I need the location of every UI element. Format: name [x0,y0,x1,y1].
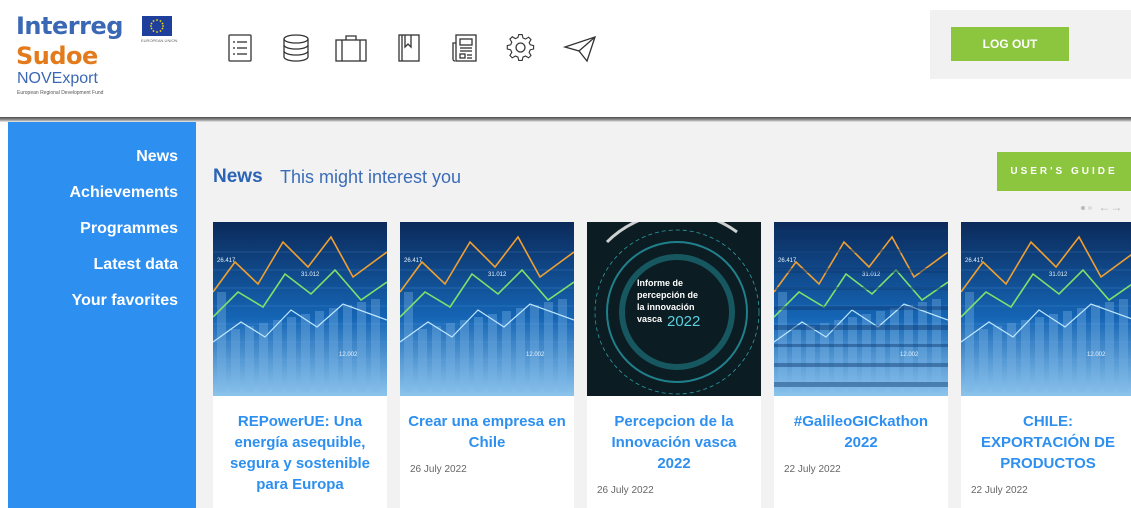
chart-label-c: 12.002 [526,352,545,358]
briefcase-icon[interactable] [333,30,369,66]
newspaper-icon[interactable] [447,30,483,66]
list-icon[interactable] [222,30,258,66]
news-card-title[interactable]: CHILE: EXPORTACIÓN DE PRODUCTOS [969,411,1127,474]
news-card-image[interactable]: 26.417 31.012 12.002 [213,222,387,396]
news-card-title[interactable]: REPowerUE: Una energía asequible, segura… [221,411,379,495]
news-card-image[interactable]: 26.417 31.012 12.002 [774,222,948,396]
chart-label-a: 26.417 [217,258,236,264]
report-line-2: percepción de [637,290,698,300]
chart-label-a: 26.417 [778,258,797,264]
carousel-dot-active[interactable] [1081,205,1085,210]
eu-flag-caption: EUROPEAN UNION [141,38,178,43]
news-card-image[interactable]: 26.417 31.012 12.002 [400,222,574,396]
main-content: News This might interest you USER'S GUID… [196,122,1131,508]
news-card-date: 26 July 2022 [410,464,467,475]
header: Interreg EUROPEAN UNION Sudoe NOVExport … [0,0,1131,118]
chart-label-b: 31.012 [488,272,507,278]
news-card-title[interactable]: Percepcion de la Innovación vasca 2022 [595,411,753,474]
database-icon[interactable] [278,30,314,66]
chart-label-b: 31.012 [1049,272,1068,278]
carousel-dot[interactable] [1088,205,1092,210]
news-card[interactable]: 26.417 31.012 12.002 CHILE: EXPORTACIÓN DE … [961,222,1131,508]
settings-gear-icon[interactable] [504,30,540,66]
report-line-3: la innovación [637,302,695,312]
news-card-date: 22 July 2022 [784,464,841,475]
page-title: News [213,166,263,187]
interreg-sudoe-logo[interactable]: Interreg EUROPEAN UNION Sudoe NOVExport … [16,12,186,102]
chart-label-c: 12.002 [1087,352,1106,358]
news-card-title[interactable]: Crear una empresa en Chile [408,411,566,453]
report-line-4: vasca [637,314,663,324]
logo-line-novexport: NOVExport [17,70,98,87]
news-card-image[interactable]: 26.417 31.012 12.002 [961,222,1131,396]
arrow-left-icon[interactable]: ← [1098,200,1110,214]
logo-line-interreg: Interreg [16,12,123,40]
sidebar-item-your-favorites[interactable]: Your favorites [72,292,178,310]
logout-panel: LOG OUT [930,10,1131,79]
sidebar-item-achievements[interactable]: Achievements [70,184,179,202]
news-card-date: 26 July 2022 [597,485,654,496]
users-guide-button[interactable]: USER'S GUIDE [997,152,1131,191]
news-card-date: 22 July 2022 [971,485,1028,496]
paper-plane-icon[interactable] [562,30,598,66]
sidebar-item-news[interactable]: News [136,148,178,166]
arrow-right-icon[interactable]: → [1110,200,1122,214]
chart-label-c: 12.002 [900,352,919,358]
news-card[interactable]: 26.417 31.012 12.002 REPowerUE: Una energía… [213,222,387,508]
logout-button[interactable]: LOG OUT [951,27,1069,61]
sidebar-item-programmes[interactable]: Programmes [80,220,178,238]
logo-line-fund: European Regional Development Fund [17,90,104,96]
news-card-title[interactable]: #GalileoGICkathon 2022 [782,411,940,453]
eu-flag-icon [142,16,172,36]
news-card-image[interactable]: Informe de percepción de la innovación vasc… [587,222,761,396]
bookmark-book-icon[interactable] [391,30,427,66]
logo-line-sudoe: Sudoe [16,42,98,70]
news-card[interactable]: 26.417 31.012 12.002 Crear una empresa en C… [400,222,574,508]
sidebar-item-latest-data[interactable]: Latest data [94,256,178,274]
news-card[interactable]: 26.417 31.012 12.002 #GalileoGICkathon 2022… [774,222,948,508]
sidebar: News Achievements Programmes Latest data… [8,122,196,508]
chart-label-a: 26.417 [965,258,984,264]
chart-label-c: 12.002 [339,352,358,358]
news-card[interactable]: Informe de percepción de la innovación vasc… [587,222,761,508]
page-subtitle: This might interest you [280,167,462,187]
chart-label-a: 26.417 [404,258,423,264]
report-year: 2022 [667,313,700,330]
chart-label-b: 31.012 [301,272,320,278]
report-line-1: Informe de [637,278,683,288]
carousel-nav: ←→ [1081,200,1122,214]
